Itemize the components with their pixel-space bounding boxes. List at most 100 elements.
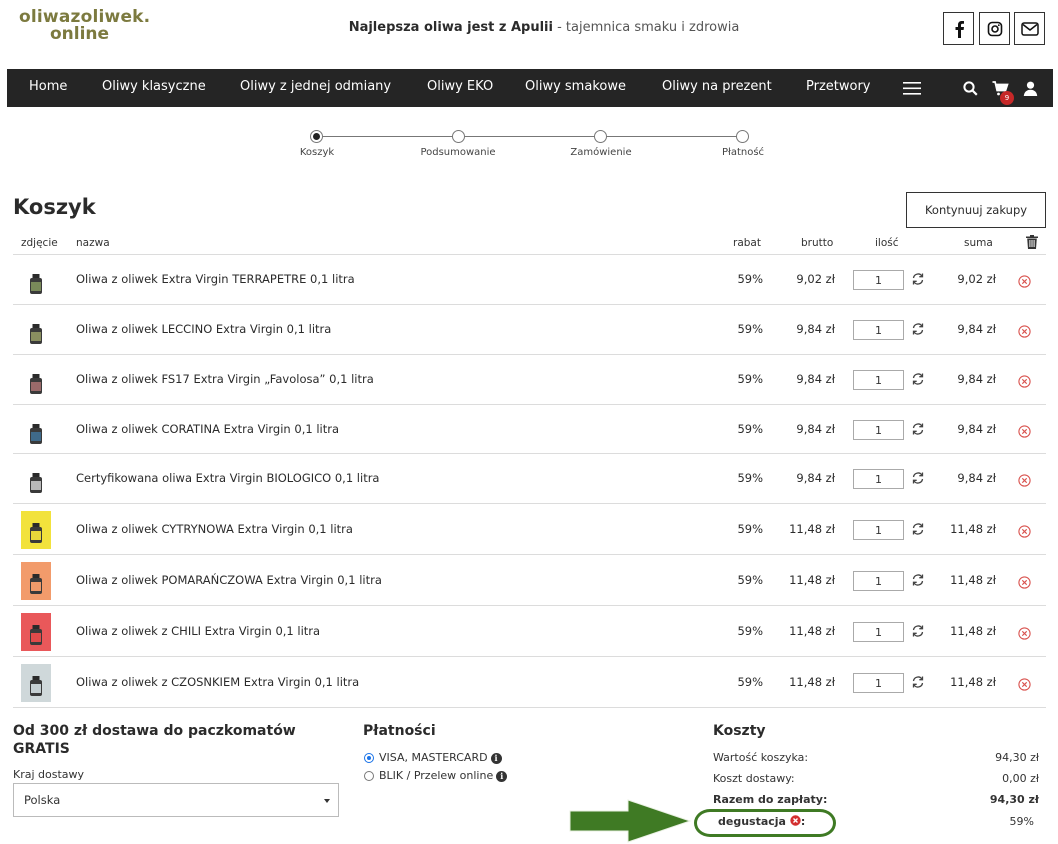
country-select[interactable]: Polska [13, 783, 339, 817]
product-thumbnail[interactable] [21, 613, 51, 651]
quantity-input[interactable] [853, 571, 904, 591]
refresh-icon[interactable] [911, 674, 925, 688]
product-thumbnail[interactable] [21, 268, 51, 298]
product-thumbnail[interactable] [21, 511, 51, 549]
payment-radio-blik[interactable] [364, 771, 374, 781]
chevron-down-icon [324, 799, 330, 803]
trash-icon[interactable] [1026, 234, 1038, 253]
continue-shopping-button[interactable]: Kontynuuj zakupy [906, 192, 1046, 228]
remove-item-icon[interactable] [1018, 676, 1032, 691]
payments-title: Płatności [363, 723, 436, 739]
remove-item-icon[interactable] [1018, 523, 1032, 538]
product-name[interactable]: Oliwa z oliwek CYTRYNOWA Extra Virgin 0,… [76, 522, 353, 536]
instagram-button[interactable] [979, 12, 1010, 45]
mail-button[interactable] [1014, 12, 1045, 45]
nav-item-home[interactable]: Home [29, 79, 67, 94]
table-row: Oliwa z oliwek z CHILI Extra Virgin 0,1 … [13, 605, 1046, 656]
quantity-input[interactable] [853, 673, 904, 693]
info-icon[interactable]: i [490, 753, 502, 764]
quantity-input[interactable] [853, 370, 904, 390]
product-discount: 59% [737, 675, 763, 689]
refresh-icon[interactable] [911, 623, 925, 637]
user-account-icon[interactable] [1021, 79, 1039, 97]
product-total: 9,84 zł [957, 471, 996, 485]
nav-item-oliwy-na-prezent[interactable]: Oliwy na prezent [662, 79, 772, 94]
payment-radio-card[interactable] [364, 753, 374, 763]
product-thumbnail[interactable] [21, 368, 51, 398]
product-total: 9,84 zł [957, 322, 996, 336]
cart-count-badge: 9 [1000, 91, 1014, 105]
refresh-icon[interactable] [911, 521, 925, 535]
quantity-input[interactable] [853, 520, 904, 540]
product-total: 11,48 zł [950, 675, 996, 689]
product-price: 11,48 zł [789, 675, 835, 689]
refresh-icon[interactable] [911, 321, 925, 335]
product-price: 9,84 zł [796, 322, 835, 336]
product-name[interactable]: Oliwa z oliwek z CHILI Extra Virgin 0,1 … [76, 624, 320, 638]
remove-item-icon[interactable] [1018, 625, 1032, 640]
quantity-input[interactable] [853, 469, 904, 489]
total-value: 94,30 zł [989, 793, 1039, 806]
product-thumbnail[interactable] [21, 418, 51, 448]
col-header-rabat: rabat [733, 237, 761, 249]
product-name[interactable]: Oliwa z oliwek z CZOSNKIEM Extra Virgin … [76, 675, 359, 689]
nav-item-oliwy-klasyczne[interactable]: Oliwy klasyczne [102, 79, 206, 94]
search-icon[interactable] [961, 79, 979, 97]
quantity-input[interactable] [853, 320, 904, 340]
product-total: 9,02 zł [957, 272, 996, 286]
remove-item-icon[interactable] [1018, 323, 1032, 338]
refresh-icon[interactable] [911, 421, 925, 435]
quantity-input[interactable] [853, 622, 904, 642]
remove-item-icon[interactable] [1018, 373, 1032, 388]
product-name[interactable]: Oliwa z oliwek POMARAŃCZOWA Extra Virgin… [76, 573, 382, 587]
step-label-platnosc: Płatność [721, 147, 765, 158]
product-thumbnail[interactable] [21, 562, 51, 600]
remove-item-icon[interactable] [1018, 472, 1032, 487]
payment-option-card[interactable]: VISA, MASTERCARD i [379, 751, 502, 764]
col-header-brutto: brutto [801, 237, 834, 249]
nav-item-oliwy-smakowe[interactable]: Oliwy smakowe [525, 79, 626, 94]
tagline-bold: Najlepsza oliwa jest z Apulii [348, 20, 553, 35]
product-thumbnail[interactable] [21, 467, 51, 497]
product-name[interactable]: Oliwa z oliwek FS17 Extra Virgin „Favolo… [76, 372, 374, 386]
remove-item-icon[interactable] [1018, 574, 1032, 589]
product-discount: 59% [737, 522, 763, 536]
col-header-name: nazwa [76, 237, 110, 249]
main-nav: Home Oliwy klasyczne Oliwy z jednej odmi… [7, 69, 1053, 107]
product-thumbnail[interactable] [21, 318, 51, 348]
nav-item-oliwy-eko[interactable]: Oliwy EKO [427, 79, 493, 94]
remove-item-icon[interactable] [1018, 423, 1032, 438]
step-label-zamowienie: Zamówienie [570, 147, 632, 158]
delivery-title: Od 300 zł dostawa do paczkomatów GRATIS [13, 723, 296, 757]
payment-option-blik[interactable]: BLIK / Przelew online i [379, 769, 508, 782]
product-price: 9,84 zł [796, 471, 835, 485]
quantity-input[interactable] [853, 420, 904, 440]
step-dot-platnosc [736, 130, 749, 143]
product-name[interactable]: Certyfikowana oliwa Extra Virgin BIOLOGI… [76, 471, 379, 485]
nav-item-oliwy-z-jednej-odmiany[interactable]: Oliwy z jednej odmiany [240, 79, 391, 94]
shipping-label: Koszt dostawy: [713, 772, 795, 785]
hamburger-menu-icon[interactable] [902, 79, 922, 97]
nav-item-przetwory[interactable]: Przetwory [806, 79, 871, 94]
product-price: 9,84 zł [796, 372, 835, 386]
step-label-podsumowanie: Podsumowanie [420, 147, 496, 158]
refresh-icon[interactable] [911, 271, 925, 285]
quantity-input[interactable] [853, 270, 904, 290]
info-icon[interactable]: i [496, 771, 508, 782]
shipping-value: 0,00 zł [1002, 772, 1039, 785]
mail-icon [1020, 21, 1039, 36]
facebook-button[interactable] [943, 12, 974, 45]
col-header-suma: suma [964, 237, 993, 249]
steps-line [322, 136, 740, 137]
highlight-arrow-icon [569, 799, 692, 843]
col-header-qty: ilość [875, 237, 899, 249]
product-name[interactable]: Oliwa z oliwek Extra Virgin TERRAPETRE 0… [76, 272, 355, 286]
costs-title: Koszty [713, 723, 766, 739]
product-name[interactable]: Oliwa z oliwek LECCINO Extra Virgin 0,1 … [76, 322, 331, 336]
product-thumbnail[interactable] [21, 664, 51, 702]
product-name[interactable]: Oliwa z oliwek CORATINA Extra Virgin 0,1… [76, 422, 339, 436]
refresh-icon[interactable] [911, 470, 925, 484]
remove-item-icon[interactable] [1018, 273, 1032, 288]
refresh-icon[interactable] [911, 371, 925, 385]
refresh-icon[interactable] [911, 572, 925, 586]
